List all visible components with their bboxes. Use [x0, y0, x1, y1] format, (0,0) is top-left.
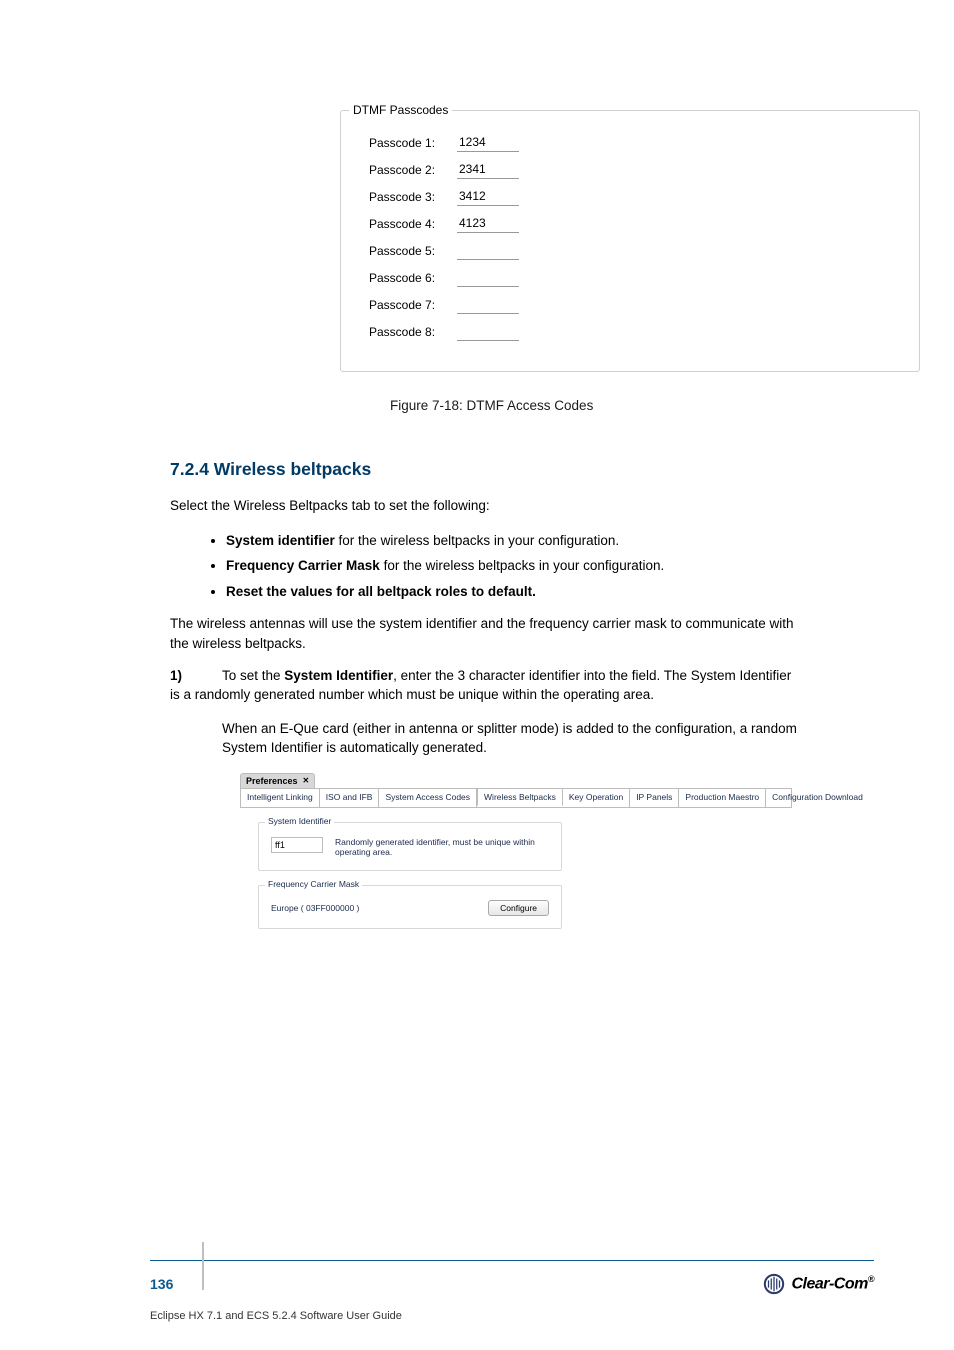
bullet-rest: for the wireless beltpacks in your confi…	[380, 558, 664, 573]
tab-iso-ifb[interactable]: ISO and IFB	[320, 789, 380, 807]
tab-configuration-download[interactable]: Configuration Download	[766, 789, 869, 807]
system-identifier-fieldset: System Identifier Randomly generated ide…	[258, 822, 562, 871]
tab-intelligent-linking[interactable]: Intelligent Linking	[241, 789, 320, 807]
configure-button[interactable]: Configure	[488, 900, 549, 916]
procedure-step: 1)To set the System Identifier, enter th…	[170, 666, 804, 758]
passcode-label: Passcode 4:	[369, 217, 457, 231]
tab-key-operation[interactable]: Key Operation	[563, 789, 630, 807]
preferences-tabstrip: Intelligent Linking ISO and IFB System A…	[240, 788, 792, 808]
passcode-row: Passcode 4:	[369, 214, 899, 233]
page-footer: 136 Clear-Com®	[150, 1260, 874, 1295]
tab-wireless-beltpacks[interactable]: Wireless Beltpacks	[477, 788, 563, 806]
footer-rule	[150, 1260, 874, 1261]
close-icon[interactable]: ✕	[303, 776, 310, 785]
frequency-carrier-mask-value: Europe ( 03FF000000 )	[271, 903, 359, 913]
passcode-1-input[interactable]	[457, 133, 519, 152]
preferences-tab-chip[interactable]: Preferences ✕	[240, 773, 315, 788]
passcode-row: Passcode 8:	[369, 322, 899, 341]
post-bullets-text: The wireless antennas will use the syste…	[170, 614, 804, 653]
footer-spine	[202, 1242, 204, 1290]
brand-logo: Clear-Com®	[763, 1273, 874, 1295]
passcode-row: Passcode 7:	[369, 295, 899, 314]
system-identifier-input[interactable]	[271, 837, 323, 853]
frequency-carrier-mask-legend: Frequency Carrier Mask	[265, 879, 362, 889]
section-heading: 7.2.4 Wireless beltpacks	[170, 459, 804, 480]
dtmf-legend: DTMF Passcodes	[349, 103, 452, 117]
bullet-list: System identifier for the wireless beltp…	[226, 528, 804, 605]
bullet-bold: System identifier	[226, 533, 335, 548]
list-item: Frequency Carrier Mask for the wireless …	[226, 553, 804, 579]
passcode-3-input[interactable]	[457, 187, 519, 206]
step-number: 1)	[170, 666, 222, 686]
passcode-row: Passcode 2:	[369, 160, 899, 179]
preferences-screenshot: Preferences ✕ Intelligent Linking ISO an…	[240, 772, 792, 949]
preferences-tab-label: Preferences	[246, 776, 298, 786]
passcode-row: Passcode 1:	[369, 133, 899, 152]
dtmf-passcodes-fieldset: DTMF Passcodes Passcode 1: Passcode 2: P…	[340, 110, 920, 372]
doc-title-footer: Eclipse HX 7.1 and ECS 5.2.4 Software Us…	[150, 1310, 402, 1322]
passcode-label: Passcode 1:	[369, 136, 457, 150]
tab-production-maestro[interactable]: Production Maestro	[679, 789, 766, 807]
page-number: 136	[150, 1276, 173, 1292]
tab-system-access-codes[interactable]: System Access Codes	[379, 789, 477, 807]
section-intro: Select the Wireless Beltpacks tab to set…	[170, 496, 804, 516]
list-item: System identifier for the wireless beltp…	[226, 528, 804, 554]
list-item: Reset the values for all beltpack roles …	[226, 579, 804, 605]
passcode-label: Passcode 5:	[369, 244, 457, 258]
passcode-label: Passcode 3:	[369, 190, 457, 204]
bullet-bold: Reset the values for all beltpack roles …	[226, 584, 536, 599]
passcode-6-input[interactable]	[457, 268, 519, 287]
tab-ip-panels[interactable]: IP Panels	[630, 789, 679, 807]
step-body: When an E-Que card (either in antenna or…	[222, 719, 804, 758]
brand-text: Clear-Com®	[791, 1274, 874, 1293]
passcode-4-input[interactable]	[457, 214, 519, 233]
passcode-label: Passcode 2:	[369, 163, 457, 177]
clearcom-logo-icon	[763, 1273, 785, 1295]
passcode-2-input[interactable]	[457, 160, 519, 179]
passcode-5-input[interactable]	[457, 241, 519, 260]
passcode-label: Passcode 8:	[369, 325, 457, 339]
system-identifier-desc: Randomly generated identifier, must be u…	[335, 837, 549, 858]
figure-caption: Figure 7-18: DTMF Access Codes	[390, 398, 804, 413]
passcode-label: Passcode 6:	[369, 271, 457, 285]
bullet-rest: for the wireless beltpacks in your confi…	[335, 533, 619, 548]
passcode-row: Passcode 3:	[369, 187, 899, 206]
system-identifier-legend: System Identifier	[265, 816, 334, 826]
frequency-carrier-mask-fieldset: Frequency Carrier Mask Europe ( 03FF0000…	[258, 885, 562, 929]
passcode-row: Passcode 6:	[369, 268, 899, 287]
bullet-bold: Frequency Carrier Mask	[226, 558, 380, 573]
passcode-8-input[interactable]	[457, 322, 519, 341]
preferences-body: System Identifier Randomly generated ide…	[240, 808, 792, 949]
passcode-row: Passcode 5:	[369, 241, 899, 260]
step-text: To set the System Identifier, enter the …	[170, 668, 791, 703]
passcode-label: Passcode 7:	[369, 298, 457, 312]
passcode-7-input[interactable]	[457, 295, 519, 314]
